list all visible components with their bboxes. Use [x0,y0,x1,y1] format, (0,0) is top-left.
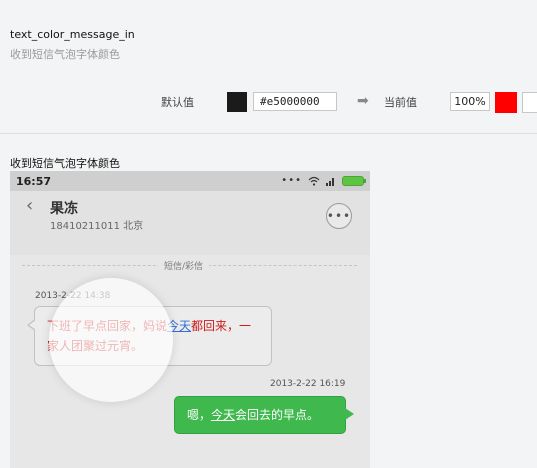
default-color-swatch [227,92,247,112]
incoming-timestamp: 2013-2-22 14:38 [35,291,111,301]
status-time: 16:57 [16,175,52,188]
current-color-swatch[interactable] [495,92,517,113]
separator-label: 短信/彩信 [158,259,210,272]
signal-icon [326,178,334,186]
incoming-message-bubble: 下班了早点回家，妈说今天都回来，一家人团聚过元宵。 [27,306,272,366]
outgoing-message-bubble: 嗯，今天会回去的早点。 [174,396,354,434]
conversation-header: ‹ 果冻 18410211011 北京 ••• [10,191,370,255]
more-options-button[interactable]: ••• [326,203,352,229]
status-icons: ••• [281,174,366,188]
incoming-text-before: 下班了早点回家，妈说 [47,319,168,333]
resource-key: text_color_message_in [10,28,135,41]
default-hex-field[interactable]: #e5000000 [253,92,337,111]
outgoing-text-after: 会回去的早点。 [235,408,320,422]
contact-name: 果冻 [50,201,78,217]
phone-preview: 16:57 ••• ‹ 果冻 18410211011 北京 ••• 短信/彩信 … [10,171,370,468]
outgoing-timestamp: 2013-2-22 16:19 [270,379,346,389]
right-arrow-icon: ➡ [357,93,369,109]
current-hex-field[interactable] [522,92,537,113]
outgoing-text-before: 嗯， [187,408,212,422]
status-bar: 16:57 ••• [10,171,370,191]
current-value-label: 当前值 [384,96,417,109]
incoming-date-link[interactable]: 今天 [167,319,191,333]
default-value-label: 默认值 [161,96,194,109]
back-icon[interactable]: ‹ [26,195,33,216]
resource-description: 收到短信气泡字体颜色 [10,48,120,61]
more-dots-icon: ••• [281,175,302,186]
alpha-field[interactable]: 100% [450,92,490,111]
outgoing-date-link[interactable]: 今天 [211,408,235,422]
contact-number: 18410211011 北京 [50,221,144,232]
preview-title: 收到短信气泡字体颜色 [10,157,120,170]
section-divider [0,133,537,134]
wifi-icon [308,176,320,186]
battery-icon [342,176,366,186]
